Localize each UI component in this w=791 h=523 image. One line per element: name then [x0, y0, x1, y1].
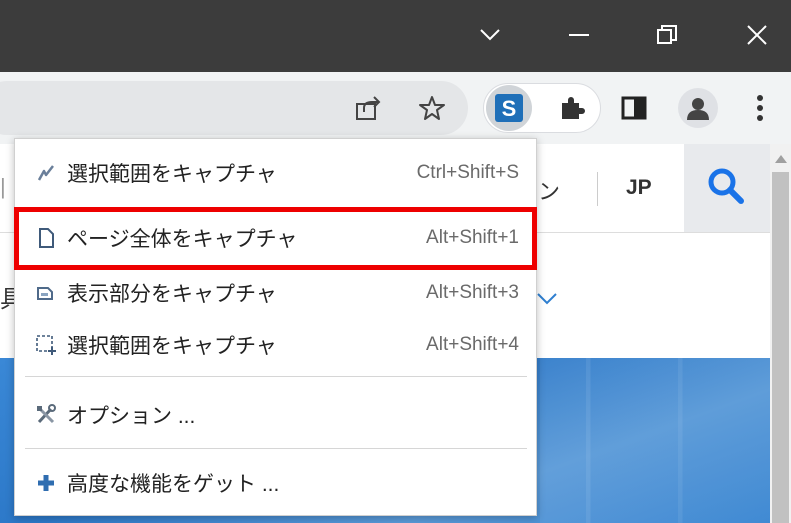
scroll-up-arrow-icon[interactable]: [774, 154, 788, 164]
tab-search-button[interactable]: [467, 12, 513, 58]
menu-item-capture-region[interactable]: 選択範囲をキャプチャ Alt+Shift+4: [15, 319, 536, 371]
chevron-down-icon: [480, 29, 500, 41]
page-left-fragment: |: [0, 174, 6, 199]
close-button[interactable]: [734, 12, 780, 58]
menu-item-get-advanced[interactable]: 高度な機能をゲット ...: [15, 457, 536, 509]
svg-text:S: S: [502, 96, 517, 121]
share-button[interactable]: [352, 92, 384, 124]
extensions-button[interactable]: [556, 92, 588, 124]
nav-divider: [597, 172, 598, 206]
selection-icon: [35, 334, 57, 356]
search-icon: [708, 168, 744, 204]
menu-separator: [25, 448, 527, 449]
minimize-button[interactable]: [556, 12, 602, 58]
menu-item-shortcut: Alt+Shift+3: [426, 282, 519, 303]
side-panel-button[interactable]: [618, 92, 650, 124]
menu-separator: [25, 376, 527, 377]
browser-menu-button[interactable]: [746, 92, 774, 124]
menu-item-label: 高度な機能をゲット ...: [67, 473, 280, 496]
menu-item-label: オプション ...: [67, 405, 196, 428]
nav-item-fragment[interactable]: ン: [538, 174, 560, 206]
menu-item-options[interactable]: オプション ...: [15, 389, 536, 441]
star-icon: [419, 96, 445, 120]
puzzle-icon: [562, 97, 585, 119]
browser-toolbar: S: [0, 72, 791, 144]
menu-item-label: ページ全体をキャプチャ: [67, 228, 298, 251]
screenshot-extension-button[interactable]: S: [486, 85, 532, 131]
profile-icon: [687, 98, 709, 120]
menu-item-label: 選択範囲をキャプチャ: [67, 163, 277, 186]
menu-item-label: 表示部分をキャプチャ: [67, 283, 277, 306]
menu-item-capture-selection[interactable]: 選択範囲をキャプチャ Ctrl+Shift+S: [15, 147, 536, 199]
address-bar[interactable]: [0, 81, 468, 135]
screenshot-extension-icon: S: [495, 94, 523, 122]
capture-menu: 選択範囲をキャプチャ Ctrl+Shift+S ページ全体をキャプチャ Alt+…: [14, 138, 537, 516]
menu-item-shortcut: Ctrl+Shift+S: [416, 162, 519, 183]
chevron-down-icon[interactable]: [536, 292, 558, 306]
share-icon: [356, 96, 381, 120]
scrollbar-thumb[interactable]: [772, 172, 789, 523]
close-icon: [747, 25, 767, 45]
restore-button[interactable]: [644, 12, 690, 58]
menu-item-shortcut: Alt+Shift+4: [426, 334, 519, 355]
menu-item-shortcut: Alt+Shift+1: [426, 227, 519, 248]
site-search-button[interactable]: [684, 144, 770, 232]
pen-icon: [35, 162, 57, 184]
tools-icon: [35, 404, 57, 426]
bookmark-button[interactable]: [416, 92, 448, 124]
plus-icon: [35, 472, 57, 494]
hero-banner-texture: [540, 358, 770, 523]
title-bar: [0, 0, 791, 72]
menu-item-label: 選択範囲をキャプチャ: [67, 335, 277, 358]
menu-item-capture-visible[interactable]: 表示部分をキャプチャ Alt+Shift+3: [15, 267, 536, 319]
kebab-menu-icon: [757, 95, 763, 121]
language-selector[interactable]: JP: [626, 176, 652, 200]
menu-item-capture-full-page[interactable]: ページ全体をキャプチャ Alt+Shift+1: [15, 212, 536, 264]
profile-button[interactable]: [678, 88, 718, 128]
side-panel-icon: [621, 96, 647, 120]
visible-area-icon: [35, 282, 57, 304]
page-icon: [35, 227, 57, 249]
restore-icon: [657, 25, 677, 44]
minimize-icon: [569, 34, 589, 36]
